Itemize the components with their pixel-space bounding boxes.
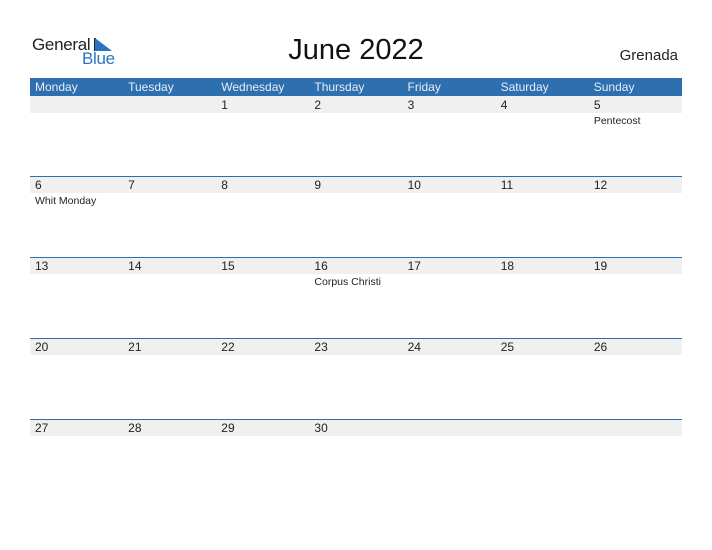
day-number: 23: [314, 340, 328, 354]
week-row: 27 28 29 30: [30, 419, 682, 500]
day-number: 1: [221, 98, 228, 112]
day-cell: 7: [123, 176, 216, 257]
day-cell: 9: [309, 176, 402, 257]
day-cell: 23: [309, 338, 402, 419]
day-number: 30: [314, 421, 328, 435]
day-number: 17: [407, 259, 421, 273]
day-cell: 12: [589, 176, 682, 257]
day-number: 22: [221, 340, 235, 354]
day-cell: 16 Corpus Christi: [309, 257, 402, 338]
weekday-header: Monday Tuesday Wednesday Thursday Friday…: [30, 78, 682, 96]
day-cell: 4: [496, 96, 589, 177]
weekday-thursday: Thursday: [314, 80, 365, 94]
day-cell: [496, 419, 589, 500]
day-cell: 8: [216, 176, 309, 257]
day-number: 4: [500, 98, 508, 112]
day-number: 9: [314, 178, 322, 192]
day-number: 14: [128, 259, 142, 273]
calendar-title: June 2022: [288, 34, 424, 66]
week-row: 20 21 22 23 24 25 26: [30, 338, 682, 419]
day-cell: 28: [123, 419, 216, 500]
day-number: 24: [407, 340, 421, 354]
day-number: 20: [35, 340, 49, 354]
day-cell: 10: [403, 176, 496, 257]
weekday-monday: Monday: [35, 80, 78, 94]
day-cell: 19: [589, 257, 682, 338]
day-cell: 21: [123, 338, 216, 419]
day-cell: 22: [216, 338, 309, 419]
day-number: 19: [593, 259, 608, 273]
day-cell: 27: [30, 419, 123, 500]
day-number: 8: [221, 178, 228, 192]
day-cell: [403, 419, 496, 500]
day-cell: 11: [496, 176, 589, 257]
day-number: 16: [314, 259, 328, 273]
week-row: 1 2 3 4 5 Pentecost: [30, 96, 682, 177]
holiday-label: Pentecost: [593, 115, 641, 127]
day-cell: 5 Pentecost: [589, 96, 682, 177]
day-cell: 17: [403, 257, 496, 338]
day-cell: 25: [496, 338, 589, 419]
day-number: 3: [407, 98, 415, 112]
day-number: 10: [407, 178, 421, 192]
day-number: 5: [593, 98, 601, 112]
day-cell: [30, 96, 123, 177]
weekday-tuesday: Tuesday: [128, 80, 174, 94]
day-number: 18: [500, 259, 515, 273]
holiday-label: Corpus Christi: [314, 276, 381, 288]
day-cell: 20: [30, 338, 123, 419]
day-number: 12: [593, 178, 608, 192]
day-number: 29: [221, 421, 235, 435]
day-number: 15: [221, 259, 235, 273]
day-number: 11: [500, 178, 514, 192]
day-cell: 2: [309, 96, 402, 177]
day-cell: 29: [216, 419, 309, 500]
day-cell: [123, 96, 216, 177]
country-label: Grenada: [619, 47, 678, 64]
day-number: 7: [128, 178, 135, 192]
day-cell: 1: [216, 96, 309, 177]
day-cell: 18: [496, 257, 589, 338]
day-cell: 3: [403, 96, 496, 177]
weekday-sunday: Sunday: [593, 80, 635, 94]
weekday-saturday: Saturday: [500, 80, 549, 94]
weekday-wednesday: Wednesday: [221, 80, 285, 94]
week-row: 6 Whit Monday 7 8 9 10 11 12: [30, 176, 682, 257]
day-number: 21: [128, 340, 142, 354]
day-number: 26: [593, 340, 608, 354]
day-cell: 26: [589, 338, 682, 419]
day-cell: 6 Whit Monday: [30, 176, 123, 257]
day-cell: 24: [403, 338, 496, 419]
day-cell: [589, 419, 682, 500]
day-number: 2: [314, 98, 322, 112]
day-number: 28: [128, 421, 142, 435]
day-cell: 14: [123, 257, 216, 338]
week-row: 13 14 15 16 Corpus Christi 17 18 19: [30, 257, 682, 338]
day-cell: 30: [309, 419, 402, 500]
holiday-label: Whit Monday: [35, 195, 97, 207]
day-number: 13: [35, 259, 49, 273]
day-number: 25: [500, 340, 515, 354]
day-number: 6: [35, 178, 42, 192]
day-cell: 13: [30, 257, 123, 338]
day-number: 27: [35, 421, 49, 435]
day-cell: 15: [216, 257, 309, 338]
weekday-friday: Friday: [407, 80, 441, 94]
